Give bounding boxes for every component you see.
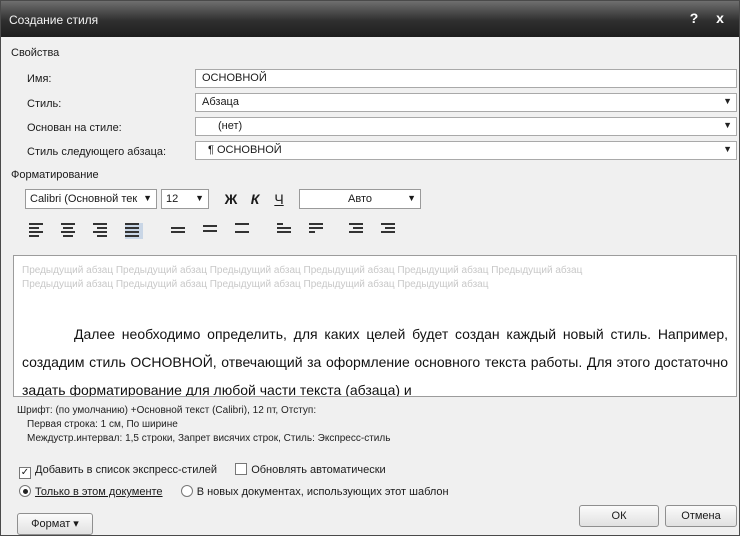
next-style-select[interactable]: ¶ ОСНОВНОЙ ▼: [195, 141, 737, 160]
style-preview: Предыдущий абзац Предыдущий абзац Предыд…: [13, 255, 737, 397]
options-checkbox-row: ✓ Добавить в список экспресс-стилей Обнов…: [19, 463, 386, 479]
options-radio-row: Только в этом документе В новых документ…: [19, 485, 449, 498]
font-size-select[interactable]: 12 ▼: [161, 189, 209, 209]
ok-button[interactable]: ОК: [579, 505, 659, 527]
space-before-icon[interactable]: [277, 223, 295, 239]
preview-sample-paragraph: Далее необходимо определить, для каких ц…: [22, 326, 728, 397]
name-value: ОСНОВНОЙ: [202, 72, 267, 84]
increase-indent-icon[interactable]: [381, 223, 399, 239]
align-left-icon[interactable]: [29, 223, 47, 239]
chevron-down-icon: ▼: [143, 193, 152, 203]
preview-previous-paragraph: Предыдущий абзац Предыдущий абзац Предыд…: [22, 265, 583, 290]
decrease-indent-icon[interactable]: [349, 223, 367, 239]
chevron-down-icon: ▼: [723, 120, 732, 130]
dialog-title: Создание стиля: [9, 13, 99, 27]
next-style-value: ¶ ОСНОВНОЙ: [208, 144, 282, 156]
font-color-select[interactable]: Авто ▼: [299, 189, 421, 209]
paragraph-toolbar: [23, 221, 523, 243]
format-menu-button[interactable]: Формат ▾: [17, 513, 93, 535]
next-style-label: Стиль следующего абзаца:: [27, 146, 167, 158]
align-right-icon[interactable]: [93, 223, 111, 239]
chevron-down-icon: ▼: [407, 193, 416, 203]
name-input[interactable]: ОСНОВНОЙ: [195, 69, 737, 88]
help-button[interactable]: ?: [683, 9, 705, 27]
double-spacing-icon[interactable]: [235, 223, 253, 239]
font-color-value: Авто: [348, 193, 372, 205]
underline-button[interactable]: Ч: [269, 189, 289, 209]
create-style-dialog: Создание стиля ? x Свойства Имя: ОСНОВНО…: [0, 0, 740, 536]
italic-button[interactable]: К: [245, 189, 265, 209]
style-type-select[interactable]: Абзаца ▼: [195, 93, 737, 112]
one-half-spacing-icon[interactable]: [203, 223, 221, 239]
add-to-quick-styles-label: Добавить в список экспресс-стилей: [35, 464, 218, 476]
style-type-label: Стиль:: [27, 98, 62, 110]
bold-button[interactable]: Ж: [221, 189, 241, 209]
align-justify-icon[interactable]: [125, 223, 143, 239]
based-on-select[interactable]: (нет) ▼: [195, 117, 737, 136]
based-on-value: (нет): [218, 120, 243, 132]
title-bar: Создание стиля ? x: [1, 1, 739, 37]
font-size-value: 12: [166, 193, 179, 205]
formatting-section-label: Форматирование: [11, 169, 99, 181]
auto-update-label: Обновлять автоматически: [251, 464, 386, 476]
description-line: Первая строка: 1 см, По ширине: [27, 419, 178, 430]
add-to-quick-styles-checkbox[interactable]: ✓: [19, 467, 31, 479]
style-type-value: Абзаца: [202, 96, 239, 108]
based-on-label: Основан на стиле:: [27, 122, 122, 134]
auto-update-checkbox[interactable]: [235, 463, 248, 475]
chevron-down-icon: ▼: [195, 193, 204, 203]
chevron-down-icon: ▼: [723, 96, 732, 106]
space-after-icon[interactable]: [309, 223, 327, 239]
style-description: Шрифт: (по умолчанию) +Основной текст (C…: [17, 404, 390, 446]
description-line: Междустр.интервал: 1,5 строки, Запрет ви…: [27, 433, 391, 444]
close-button[interactable]: x: [709, 9, 731, 27]
new-documents-radio[interactable]: [180, 485, 193, 497]
cancel-button[interactable]: Отмена: [665, 505, 737, 527]
font-select[interactable]: Calibri (Основной тек ▼: [25, 189, 157, 209]
new-documents-label: В новых документах, использующих этот ша…: [196, 486, 449, 498]
single-spacing-icon[interactable]: [171, 223, 189, 239]
only-this-document-radio[interactable]: [19, 485, 31, 497]
align-center-icon[interactable]: [61, 223, 79, 239]
chevron-down-icon: ▼: [723, 144, 732, 154]
description-line: Шрифт: (по умолчанию) +Основной текст (C…: [17, 405, 317, 416]
name-label: Имя:: [27, 73, 52, 85]
properties-section-label: Свойства: [11, 47, 60, 59]
only-this-document-label: Только в этом документе: [35, 486, 163, 498]
font-value: Calibri (Основной тек: [30, 193, 138, 205]
